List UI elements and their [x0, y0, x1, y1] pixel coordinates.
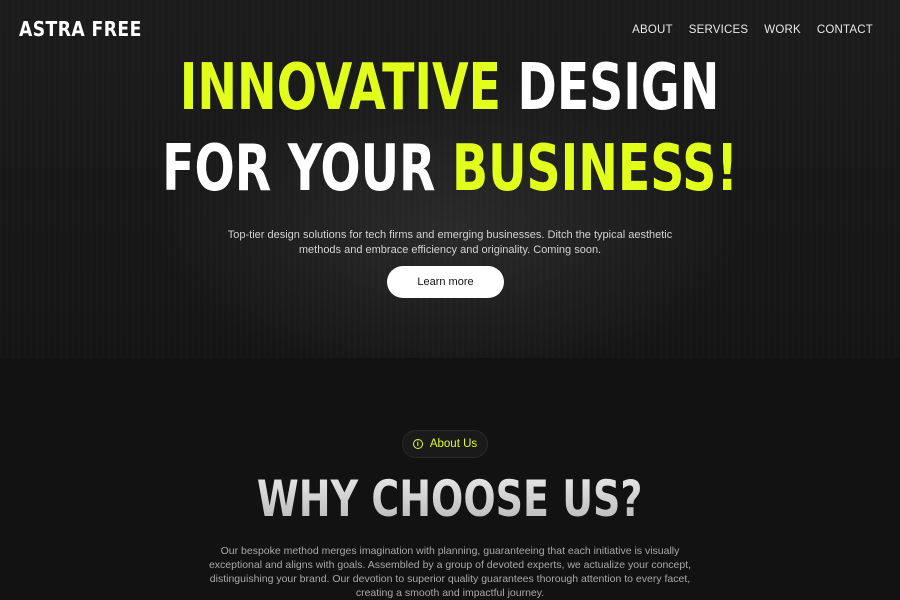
hero-headline-line-2: FOR YOUR BUSINESS!: [0, 137, 900, 201]
headline-accent-word: BUSINESS!: [451, 132, 738, 206]
nav-link-work[interactable]: WORK: [764, 24, 801, 36]
about-description: Our bespoke method merges imagination wi…: [208, 545, 692, 599]
why-choose-us-heading: WHY CHOOSE US?: [0, 474, 900, 524]
about-section: i About Us WHY CHOOSE US? Our bespoke me…: [0, 358, 900, 600]
main-nav: ABOUT SERVICES WORK CONTACT: [632, 24, 873, 36]
about-us-badge-label: About Us: [429, 438, 478, 450]
learn-more-button[interactable]: Learn more: [387, 266, 504, 298]
why-choose-us-heading-text: WHY CHOOSE US?: [257, 470, 643, 528]
site-logo[interactable]: ASTRA FREE: [19, 17, 142, 41]
nav-link-services[interactable]: SERVICES: [689, 24, 749, 36]
nav-link-about[interactable]: ABOUT: [632, 24, 673, 36]
headline-word: DESIGN: [517, 51, 720, 125]
headline-word: FOR YOUR: [162, 132, 436, 206]
about-us-badge: i About Us: [402, 430, 488, 458]
hero-section: ASTRA FREE ABOUT SERVICES WORK CONTACT I…: [0, 0, 900, 358]
hero-headline-line-1: INNOVATIVE DESIGN: [0, 56, 900, 120]
hero-subtitle: Top-tier design solutions for tech firms…: [227, 229, 673, 256]
page: ASTRA FREE ABOUT SERVICES WORK CONTACT I…: [0, 0, 900, 600]
info-circle-icon: i: [412, 439, 423, 449]
headline-accent-word: INNOVATIVE: [180, 51, 502, 125]
nav-link-contact[interactable]: CONTACT: [817, 24, 873, 36]
